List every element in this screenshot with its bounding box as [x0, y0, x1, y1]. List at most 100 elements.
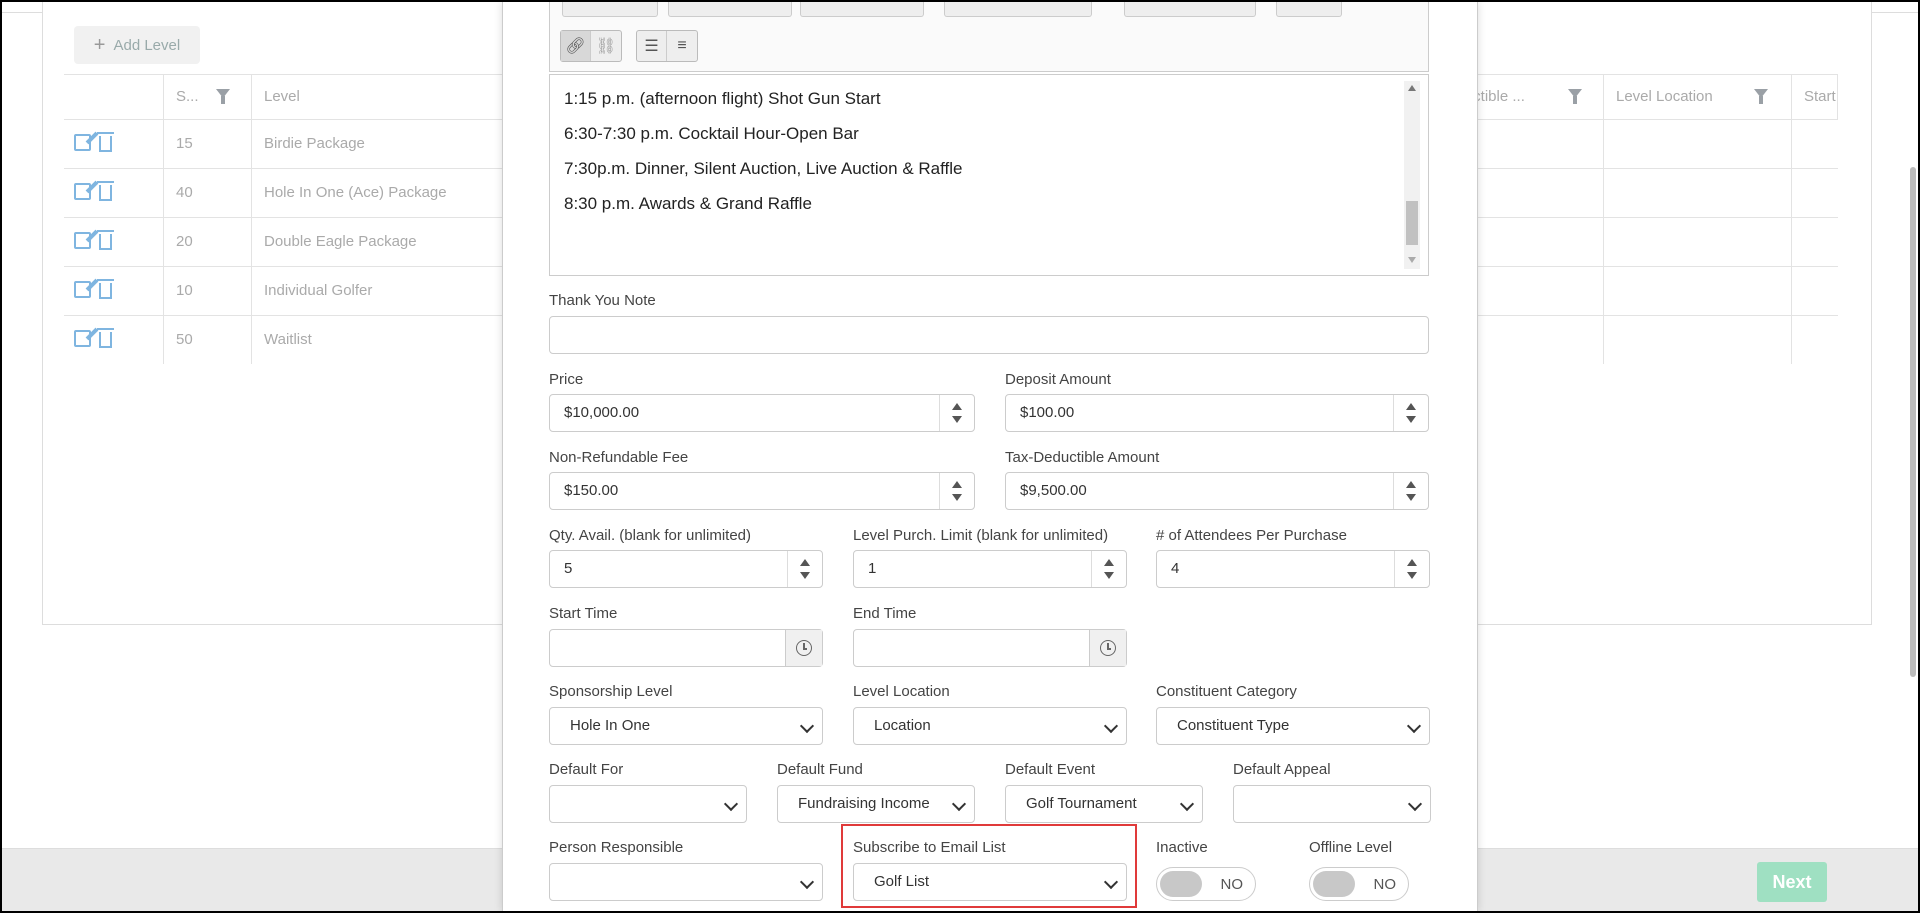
description-editor[interactable]: 1:15 p.m. (afternoon flight) Shot Gun St… — [549, 74, 1429, 276]
default-event-select[interactable]: Golf Tournament — [1005, 785, 1203, 823]
filter-icon[interactable] — [1568, 89, 1582, 104]
add-level-button[interactable]: + Add Level — [74, 26, 200, 64]
link-icon[interactable]: 🔗︎ — [561, 31, 591, 61]
stepper-down-icon[interactable] — [952, 416, 962, 423]
column-header-level-location-label: Level Location — [1616, 88, 1713, 105]
column-header-seq[interactable]: S... — [164, 75, 252, 119]
deposit-amount-label: Deposit Amount — [1005, 371, 1111, 388]
edit-icon[interactable] — [74, 281, 91, 298]
start-time-input[interactable] — [549, 629, 823, 667]
inactive-toggle[interactable]: NO — [1156, 867, 1256, 901]
editor-line: 1:15 p.m. (afternoon flight) Shot Gun St… — [564, 89, 881, 108]
end-time-picker-button[interactable] — [1089, 630, 1126, 666]
non-refundable-fee-input[interactable]: $150.00 — [549, 472, 975, 510]
purch-limit-stepper[interactable] — [1091, 551, 1126, 587]
trash-icon[interactable] — [97, 132, 114, 152]
edit-icon[interactable] — [74, 232, 91, 249]
stepper-up-icon[interactable] — [1104, 559, 1114, 566]
tax-deductible-input[interactable]: $9,500.00 — [1005, 472, 1429, 510]
level-location-select[interactable]: Location — [853, 707, 1127, 745]
unordered-list-icon[interactable]: ≡ — [667, 31, 697, 61]
font-family-select[interactable] — [668, 2, 792, 17]
font-size-select[interactable] — [800, 2, 924, 17]
stepper-down-icon[interactable] — [1104, 572, 1114, 579]
purch-limit-label: Level Purch. Limit (blank for unlimited) — [853, 527, 1109, 544]
non-refundable-stepper[interactable] — [939, 473, 974, 509]
stepper-down-icon[interactable] — [800, 572, 810, 579]
scroll-up-icon[interactable] — [1408, 85, 1416, 91]
trash-icon[interactable] — [97, 181, 114, 201]
edit-icon[interactable] — [74, 134, 91, 151]
color-picker[interactable] — [944, 2, 1092, 17]
stepper-up-icon[interactable] — [1406, 403, 1416, 410]
deposit-amount-input[interactable]: $100.00 — [1005, 394, 1429, 432]
stepper-up-icon[interactable] — [952, 481, 962, 488]
price-stepper[interactable] — [939, 395, 974, 431]
stepper-up-icon[interactable] — [1406, 481, 1416, 488]
cell-location — [1604, 169, 1792, 217]
edit-level-modal: 🔗︎ ⛓︎ ☰ ≡ 1:15 p.m. (afternoon flight) S… — [502, 2, 1478, 911]
tax-deductible-label: Tax-Deductible Amount — [1005, 449, 1160, 466]
attendees-stepper[interactable] — [1394, 551, 1429, 587]
offline-level-toggle[interactable]: NO — [1309, 867, 1409, 901]
purch-limit-input[interactable]: 1 — [853, 550, 1127, 588]
sponsorship-level-label: Sponsorship Level — [549, 683, 673, 700]
column-header-level-location[interactable]: Level Location — [1604, 75, 1792, 119]
scroll-thumb[interactable] — [1406, 201, 1418, 245]
qty-avail-label: Qty. Avail. (blank for unlimited) — [549, 527, 752, 544]
person-responsible-select[interactable] — [549, 863, 823, 901]
tax-deductible-stepper[interactable] — [1393, 473, 1428, 509]
align-buttons-group[interactable] — [1124, 2, 1256, 17]
indent-buttons-group[interactable] — [1276, 2, 1342, 17]
constituent-category-select[interactable]: Constituent Type — [1156, 707, 1430, 745]
offline-level-state: NO — [1373, 876, 1397, 893]
sponsorship-level-value: Hole In One — [570, 717, 651, 734]
default-fund-select[interactable]: Fundraising Income — [777, 785, 975, 823]
trash-icon[interactable] — [97, 279, 114, 299]
default-for-select[interactable] — [549, 785, 747, 823]
sponsorship-level-select[interactable]: Hole In One — [549, 707, 823, 745]
stepper-up-icon[interactable] — [800, 559, 810, 566]
constituent-category-value: Constituent Type — [1177, 717, 1290, 734]
price-input[interactable]: $10,000.00 — [549, 394, 975, 432]
qty-avail-stepper[interactable] — [787, 551, 822, 587]
next-button[interactable]: Next — [1757, 862, 1827, 902]
toggle-knob — [1160, 871, 1202, 897]
ordered-list-icon[interactable]: ☰ — [637, 31, 667, 61]
stepper-down-icon[interactable] — [952, 494, 962, 501]
format-buttons-group[interactable] — [562, 2, 658, 17]
editor-line: 6:30-7:30 p.m. Cocktail Hour-Open Bar — [564, 124, 859, 143]
add-level-label: Add Level — [113, 36, 181, 54]
thank-you-note-input[interactable] — [549, 316, 1429, 354]
scroll-down-icon[interactable] — [1408, 257, 1416, 263]
trash-icon[interactable] — [97, 230, 114, 250]
editor-scrollbar[interactable] — [1404, 81, 1420, 269]
edit-icon[interactable] — [74, 330, 91, 347]
stepper-up-icon[interactable] — [952, 403, 962, 410]
stepper-down-icon[interactable] — [1407, 572, 1417, 579]
column-header-seq-label: S... — [176, 88, 199, 105]
stepper-down-icon[interactable] — [1406, 416, 1416, 423]
cell-seq: 15 — [164, 120, 252, 168]
attendees-input[interactable]: 4 — [1156, 550, 1430, 588]
filter-icon[interactable] — [1754, 89, 1768, 104]
unlink-icon[interactable]: ⛓︎ — [591, 31, 621, 61]
start-time-picker-button[interactable] — [785, 630, 822, 666]
default-appeal-select[interactable] — [1233, 785, 1431, 823]
tax-deductible-value: $9,500.00 — [1020, 482, 1087, 499]
page-scrollbar[interactable] — [1910, 167, 1916, 677]
stepper-up-icon[interactable] — [1407, 559, 1417, 566]
default-for-label: Default For — [549, 761, 624, 778]
stepper-down-icon[interactable] — [1406, 494, 1416, 501]
editor-line: 7:30p.m. Dinner, Silent Auction, Live Au… — [564, 159, 963, 178]
end-time-input[interactable] — [853, 629, 1127, 667]
qty-avail-input[interactable]: 5 — [549, 550, 823, 588]
cell-location — [1604, 218, 1792, 266]
edit-icon[interactable] — [74, 183, 91, 200]
filter-icon[interactable] — [216, 89, 230, 104]
trash-icon[interactable] — [97, 328, 114, 348]
deposit-stepper[interactable] — [1393, 395, 1428, 431]
cell-location — [1604, 120, 1792, 168]
chevron-down-icon — [799, 874, 815, 890]
column-header-start-time[interactable]: Start T — [1792, 75, 1838, 119]
